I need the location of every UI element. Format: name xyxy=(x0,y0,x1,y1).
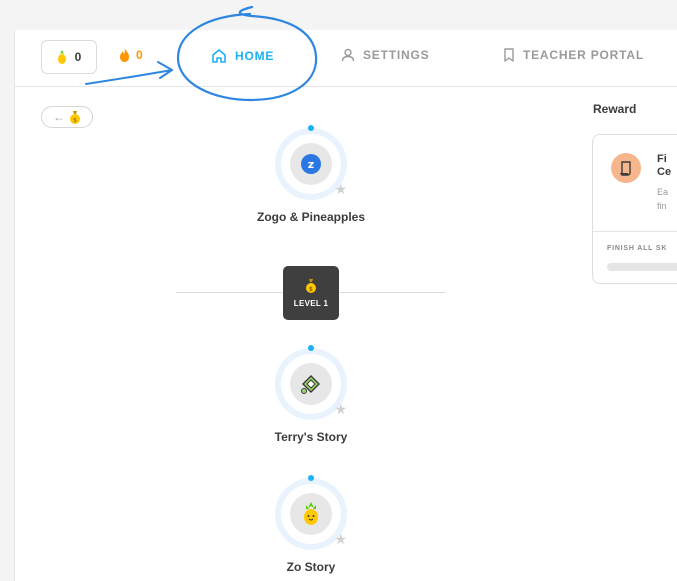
progress-dot xyxy=(308,125,314,131)
nav-teacher-portal-tab[interactable]: TEACHER PORTAL xyxy=(503,48,644,62)
progress-dot xyxy=(308,475,314,481)
skill-progress-ring: ★ xyxy=(275,345,347,420)
streak-counter[interactable]: 0 xyxy=(119,48,143,62)
level-badge[interactable]: $ LEVEL 1 xyxy=(283,266,339,320)
star-icon: ★ xyxy=(334,181,347,197)
reward-divider xyxy=(593,231,677,232)
level-divider-right xyxy=(340,292,446,293)
level-label: LEVEL 1 xyxy=(293,299,329,308)
skill-label: Zogo & Pineapples xyxy=(256,210,365,224)
pineapple-count: 0 xyxy=(74,50,82,64)
money-bag-icon: $ xyxy=(70,111,80,124)
nav-settings-label: SETTINGS xyxy=(363,48,430,62)
back-arrow-icon: ← xyxy=(53,110,65,124)
skill-node[interactable]: ★ Zo Story xyxy=(251,475,371,574)
scroll-icon xyxy=(611,153,641,183)
pineapple-icon xyxy=(304,502,318,525)
reward-progress-bar xyxy=(607,263,677,271)
flame-icon xyxy=(120,48,129,62)
skill-label: Zo Story xyxy=(286,560,336,574)
svg-text:$: $ xyxy=(73,117,77,124)
top-nav-bar: 0 0 HOME SETTINGS TEACHER PORTAL xyxy=(15,30,677,87)
nav-home-label: HOME xyxy=(235,49,275,63)
skill-label: Terry's Story xyxy=(274,430,348,444)
bookmark-icon xyxy=(504,48,514,62)
skill-node[interactable]: ★ Terry's Story xyxy=(251,345,371,444)
skill-progress-ring: z ★ xyxy=(275,125,347,200)
reward-progress-label: FINISH ALL SK xyxy=(607,245,668,252)
skill-node[interactable]: z ★ Zogo & Pineapples xyxy=(251,125,371,224)
zogo-logo-icon: z xyxy=(301,154,321,174)
reward-name: Fi Ce xyxy=(657,153,672,178)
home-icon xyxy=(212,49,226,63)
nav-teacher-portal-label: TEACHER PORTAL xyxy=(523,48,644,62)
nav-settings-tab[interactable]: SETTINGS xyxy=(341,48,429,62)
pineapple-icon xyxy=(57,50,66,64)
star-icon: ★ xyxy=(334,531,347,547)
streak-count: 0 xyxy=(136,48,143,62)
skill-progress-ring: ★ xyxy=(275,475,347,550)
app-page: 0 0 HOME SETTINGS TEACHER PORTAL ← $ z ★… xyxy=(14,30,677,581)
pineapple-counter[interactable]: 0 xyxy=(41,40,97,74)
svg-text:$: $ xyxy=(309,286,313,293)
back-button[interactable]: ← $ xyxy=(41,106,93,128)
skill-icon-holder xyxy=(290,363,332,405)
level-divider-left xyxy=(176,292,282,293)
turtle-icon xyxy=(301,375,320,394)
skill-icon-holder: z xyxy=(290,143,332,185)
svg-text:z: z xyxy=(308,158,314,171)
reward-description: Ea fin xyxy=(657,187,669,211)
reward-heading: Reward xyxy=(593,102,637,116)
star-icon: ★ xyxy=(334,401,347,417)
user-icon xyxy=(341,48,355,62)
progress-dot xyxy=(308,345,314,351)
nav-home-tab[interactable]: HOME xyxy=(211,48,274,64)
skill-icon-holder xyxy=(290,493,332,535)
money-bag-icon: $ xyxy=(306,279,316,293)
reward-card[interactable]: Fi Ce Ea fin FINISH ALL SK xyxy=(592,134,677,284)
